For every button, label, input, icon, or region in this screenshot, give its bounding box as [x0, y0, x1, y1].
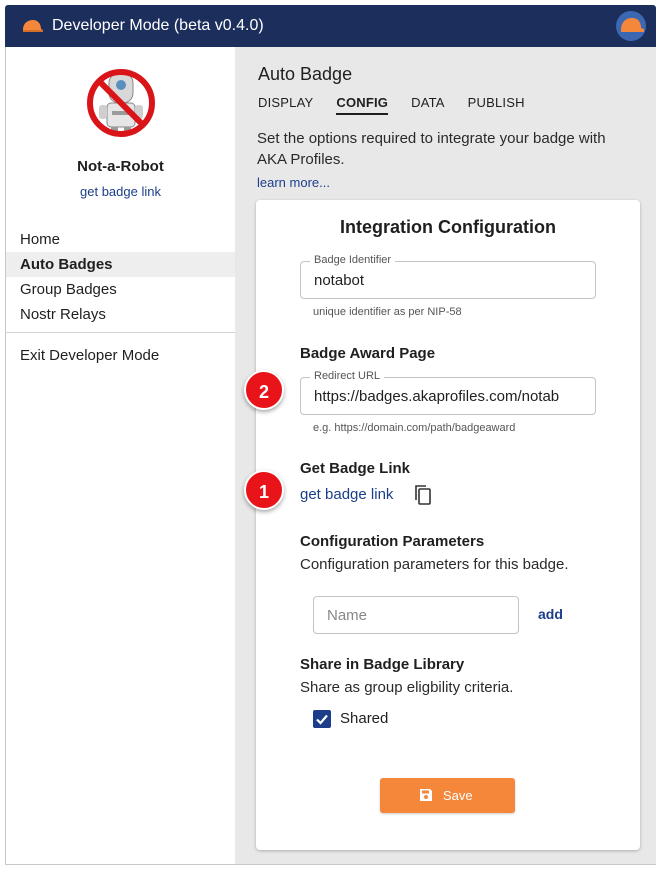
save-button-label: Save [443, 788, 473, 803]
get-badge-link[interactable]: get badge link [300, 486, 393, 503]
redirect-url-value: https://badges.akaprofiles.com/notab [314, 388, 560, 405]
badge-identifier-helper: unique identifier as per NIP-58 [313, 306, 462, 318]
param-name-input[interactable]: Name [313, 596, 519, 634]
redirect-url-helper: e.g. https://domain.com/path/badgeaward [313, 422, 516, 434]
checkbox-checked-icon [316, 714, 328, 725]
app-frame: Not-a-Robot get badge link Home Auto Bad… [5, 47, 656, 865]
intro-text: Set the options required to integrate yo… [257, 130, 606, 168]
window-title: Developer Mode (beta v0.4.0) [52, 17, 264, 34]
sidebar-nav: Home Auto Badges Group Badges Nostr Rela… [6, 227, 235, 327]
copy-icon[interactable] [413, 484, 433, 506]
sidebar-item-auto-badges[interactable]: Auto Badges [6, 252, 235, 277]
card-title: Integration Configuration [340, 217, 556, 237]
learn-more-link[interactable]: learn more... [257, 175, 330, 190]
config-params-heading: Configuration Parameters [300, 533, 485, 550]
sidebar-item-nostr-relays[interactable]: Nostr Relays [6, 302, 235, 327]
tab-config[interactable]: CONFIG [336, 95, 389, 115]
badge-identifier-field[interactable]: Badge Identifier notabot [300, 254, 596, 299]
add-param-button[interactable]: add [538, 606, 563, 622]
sidebar-item-exit-developer-mode[interactable]: Exit Developer Mode [6, 343, 235, 368]
badge-award-page-heading: Badge Award Page [300, 345, 436, 362]
tab-bar: DISPLAY CONFIG DATA PUBLISH [258, 95, 525, 115]
user-avatar-icon[interactable] [616, 11, 646, 41]
profile-badge-link[interactable]: get badge link [6, 184, 235, 199]
redirect-url-field[interactable]: Redirect URL https://badges.akaprofiles.… [300, 370, 596, 415]
page-title: Auto Badge [258, 64, 353, 84]
config-params-description: Configuration parameters for this badge. [300, 556, 569, 573]
param-name-placeholder: Name [327, 607, 368, 624]
share-library-description: Share as group eligbility criteria. [300, 679, 514, 696]
save-button[interactable]: Save [380, 778, 515, 813]
tab-data[interactable]: DATA [411, 95, 445, 115]
annotation-marker-1: 1 [244, 470, 284, 510]
no-robot-avatar-icon [87, 69, 155, 137]
sidebar: Not-a-Robot get badge link Home Auto Bad… [6, 47, 235, 864]
share-library-heading: Share in Badge Library [300, 656, 465, 673]
integration-config-card: Integration Configuration Badge Identifi… [256, 200, 640, 850]
sidebar-item-group-badges[interactable]: Group Badges [6, 277, 235, 302]
badge-identifier-value: notabot [314, 272, 365, 289]
redirect-url-label: Redirect URL [310, 370, 385, 382]
title-bar: Developer Mode (beta v0.4.0) [5, 5, 656, 47]
annotation-marker-2: 2 [244, 370, 284, 410]
main-content: Auto Badge DISPLAY CONFIG DATA PUBLISH S… [235, 47, 656, 864]
get-badge-link-heading: Get Badge Link [300, 460, 411, 477]
tab-display[interactable]: DISPLAY [258, 95, 313, 115]
badge-identifier-label: Badge Identifier [310, 254, 396, 266]
tab-publish[interactable]: PUBLISH [468, 95, 525, 115]
sidebar-divider [6, 332, 235, 333]
save-icon [420, 789, 432, 801]
shared-checkbox-label[interactable]: Shared [340, 710, 388, 727]
cap-icon [23, 20, 43, 32]
shared-checkbox[interactable] [313, 710, 331, 728]
sidebar-item-home[interactable]: Home [6, 227, 235, 252]
profile-name: Not-a-Robot [77, 158, 164, 175]
